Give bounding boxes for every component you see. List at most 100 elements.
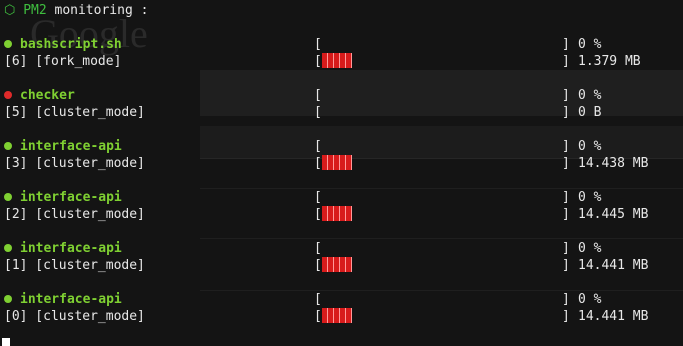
memory-meter: [ bbox=[314, 53, 352, 70]
header-app: PM2 bbox=[23, 3, 47, 18]
status-dot bbox=[4, 295, 12, 303]
memory-bar bbox=[321, 308, 352, 323]
memory-meter-open: [ bbox=[314, 207, 322, 222]
process-name-line: interface-api bbox=[4, 138, 122, 155]
cpu-meter-open: [ bbox=[314, 190, 322, 205]
memory-bar-block bbox=[345, 155, 352, 170]
cpu-meter-open: [ bbox=[314, 139, 322, 154]
process-name: checker bbox=[20, 88, 75, 103]
cpu-meter: [ bbox=[314, 36, 322, 53]
memory-bar-block bbox=[345, 53, 352, 68]
monitor-header: ⬡ PM2 monitoring : bbox=[4, 2, 148, 19]
memory-meter-close: ] bbox=[562, 104, 570, 121]
cpu-meter-close-bracket: ] bbox=[562, 37, 570, 52]
memory-value: 1.379 MB bbox=[578, 54, 641, 69]
cpu-meter-close: ] bbox=[562, 138, 570, 155]
process-name: interface-api bbox=[20, 139, 122, 154]
memory-meter-close-bracket: ] bbox=[562, 309, 570, 324]
cpu-meter-close: ] bbox=[562, 36, 570, 53]
pm2-icon: ⬡ bbox=[4, 3, 16, 18]
cpu-meter: [ bbox=[314, 189, 322, 206]
process-name-line: interface-api bbox=[4, 240, 122, 257]
memory-meter-open: [ bbox=[314, 309, 322, 324]
process-name: interface-api bbox=[20, 190, 122, 205]
process-id-mode: [5] [cluster_mode] bbox=[4, 105, 145, 120]
memory-value: 0 B bbox=[578, 105, 602, 120]
memory-bar-block bbox=[345, 308, 352, 323]
memory-meter: [ bbox=[314, 308, 352, 325]
process-id-mode: [6] [fork_mode] bbox=[4, 54, 122, 69]
cpu-value: 0 % bbox=[578, 37, 602, 52]
memory-meter-close-bracket: ] bbox=[562, 258, 570, 273]
memory-meter: [ bbox=[314, 104, 322, 121]
status-dot bbox=[4, 40, 12, 48]
cpu-value: 0 % bbox=[578, 88, 602, 103]
memory-value: 14.445 MB bbox=[578, 207, 649, 222]
process-id-mode: [0] [cluster_mode] bbox=[4, 309, 145, 324]
process-name-line: bashscript.sh bbox=[4, 36, 122, 53]
cpu-value: 0 % bbox=[578, 190, 602, 205]
cpu-meter-close: ] bbox=[562, 87, 570, 104]
memory-meter: [ bbox=[314, 206, 352, 223]
cpu-value: 0 % bbox=[578, 139, 602, 154]
memory-value: 14.441 MB bbox=[578, 309, 649, 324]
process-name: interface-api bbox=[20, 292, 122, 307]
memory-value: 14.441 MB bbox=[578, 258, 649, 273]
memory-meter-close: ] bbox=[562, 308, 570, 325]
cpu-meter-open: [ bbox=[314, 292, 322, 307]
memory-meter: [ bbox=[314, 257, 352, 274]
cpu-meter-close-bracket: ] bbox=[562, 241, 570, 256]
memory-meter-open: [ bbox=[314, 105, 322, 120]
cpu-meter-close: ] bbox=[562, 189, 570, 206]
cpu-value: 0 % bbox=[578, 241, 602, 256]
memory-meter-open: [ bbox=[314, 54, 322, 69]
cpu-value: 0 % bbox=[578, 292, 602, 307]
cpu-meter-close-bracket: ] bbox=[562, 292, 570, 307]
terminal-window: ⬡ PM2 monitoring : bashscript.sh [] 0 % [6]… bbox=[0, 0, 683, 346]
terminal-cursor bbox=[2, 338, 10, 346]
memory-meter-close: ] bbox=[562, 257, 570, 274]
memory-value: 14.438 MB bbox=[578, 156, 649, 171]
process-id-mode: [3] [cluster_mode] bbox=[4, 156, 145, 171]
memory-meter-close: ] bbox=[562, 53, 570, 70]
status-dot bbox=[4, 142, 12, 150]
process-name-line: checker bbox=[4, 87, 75, 104]
memory-meter-close: ] bbox=[562, 206, 570, 223]
cpu-meter: [ bbox=[314, 138, 322, 155]
memory-meter-close-bracket: ] bbox=[562, 54, 570, 69]
memory-bar bbox=[321, 206, 352, 221]
cpu-meter: [ bbox=[314, 87, 322, 104]
cpu-meter-close-bracket: ] bbox=[562, 139, 570, 154]
memory-meter-open: [ bbox=[314, 258, 322, 273]
memory-bar bbox=[321, 53, 352, 68]
cpu-meter-close-bracket: ] bbox=[562, 190, 570, 205]
memory-bar bbox=[321, 155, 352, 170]
memory-meter-close-bracket: ] bbox=[562, 207, 570, 222]
cpu-meter-open: [ bbox=[314, 88, 322, 103]
cpu-meter: [ bbox=[314, 240, 322, 257]
process-id-mode: [2] [cluster_mode] bbox=[4, 207, 145, 222]
cpu-meter: [ bbox=[314, 291, 322, 308]
memory-meter-open: [ bbox=[314, 156, 322, 171]
memory-meter-close-bracket: ] bbox=[562, 105, 570, 120]
cpu-meter-close: ] bbox=[562, 291, 570, 308]
cpu-meter-close: ] bbox=[562, 240, 570, 257]
status-dot bbox=[4, 244, 12, 252]
status-dot bbox=[4, 193, 12, 201]
header-text: monitoring : bbox=[46, 3, 149, 18]
cpu-meter-close-bracket: ] bbox=[562, 88, 570, 103]
memory-bar bbox=[321, 257, 352, 272]
process-name-line: interface-api bbox=[4, 189, 122, 206]
process-name: bashscript.sh bbox=[20, 37, 122, 52]
cpu-meter-open: [ bbox=[314, 241, 322, 256]
memory-bar-block bbox=[345, 257, 352, 272]
memory-meter: [ bbox=[314, 155, 352, 172]
memory-meter-close: ] bbox=[562, 155, 570, 172]
status-dot bbox=[4, 91, 12, 99]
process-name: interface-api bbox=[20, 241, 122, 256]
memory-meter-close-bracket: ] bbox=[562, 156, 570, 171]
memory-bar-block bbox=[345, 206, 352, 221]
process-id-mode: [1] [cluster_mode] bbox=[4, 258, 145, 273]
cpu-meter-open: [ bbox=[314, 37, 322, 52]
process-name-line: interface-api bbox=[4, 291, 122, 308]
